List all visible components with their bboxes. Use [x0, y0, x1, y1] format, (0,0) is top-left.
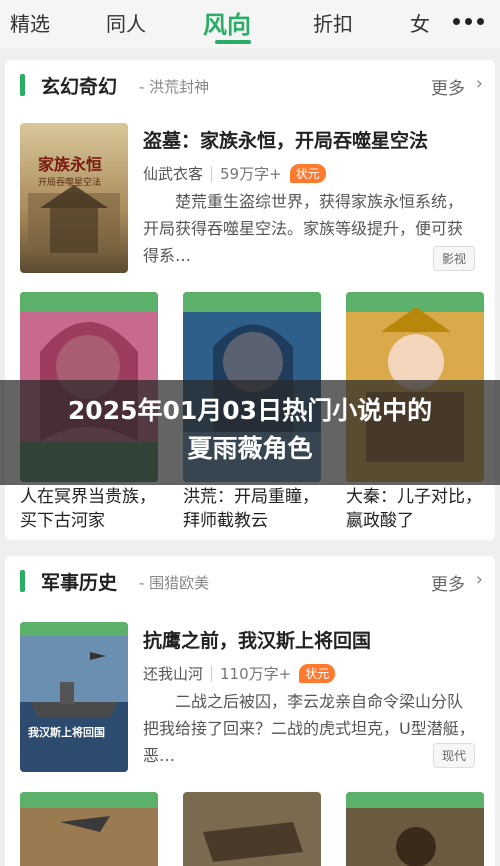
book-title[interactable]: 大秦：儿子对比，嬴政酸了: [346, 485, 488, 533]
headline-line-2: 夏雨薇角色: [187, 434, 313, 463]
cover-subtitle: 开局吞噬星空法: [38, 178, 102, 188]
headline-text: 2025年01月03日热门小说中的 夏雨薇角色: [0, 392, 500, 468]
rank-badge: 状元: [299, 664, 336, 683]
book-cover[interactable]: [346, 792, 484, 866]
section-header: 军事历史 - 围猎欧美 更多 ›: [5, 556, 495, 596]
section-subtitle: - 围猎欧美: [139, 574, 210, 592]
section-military: 军事历史 - 围猎欧美 更多 › 我汉斯上将回国 抗鹰之前，我汉斯上将回国 还我…: [5, 556, 495, 866]
top-tab-bar: 精选 同人 风向 折扣 女: [0, 0, 500, 48]
headline-line-1: 2025年01月03日热门小说中的: [67, 396, 433, 425]
book-cover[interactable]: 我汉斯上将回国: [20, 622, 128, 772]
divider: [211, 165, 213, 182]
rank-badge: 状元: [289, 164, 326, 183]
section-accent-bar: [20, 74, 25, 96]
genre-tag[interactable]: 现代: [432, 743, 475, 768]
book-description: 楚荒重生盗综世界，获得家族永恒系统，开局获得吞噬星空法。家族等级提升，便可获得系…: [143, 192, 464, 265]
chevron-right-icon[interactable]: ›: [476, 73, 483, 94]
book-author[interactable]: 还我山河: [143, 663, 203, 684]
book-description: 二战之后被囚，李云龙亲自命令梁山分队把我给接了回来？二战的虎式坦克，U型潜艇，恶…: [143, 692, 475, 765]
book-cover[interactable]: [20, 792, 158, 866]
book-meta: 仙武衣客 59万字+ 状元: [143, 163, 326, 184]
book-title[interactable]: 洪荒：开局重瞳，拜师截教云: [183, 485, 325, 533]
book-title[interactable]: 抗鹰之前，我汉斯上将回国: [143, 626, 371, 653]
section-accent-bar: [20, 570, 25, 592]
word-count: 59万字+: [220, 165, 282, 183]
book-author[interactable]: 仙武衣客: [143, 163, 203, 184]
book-meta: 还我山河 110万字+ 状元: [143, 663, 336, 684]
book-cover[interactable]: 家族永恒 开局吞噬星空法: [20, 123, 128, 273]
book-cover[interactable]: [183, 792, 321, 866]
book-title[interactable]: 人在冥界当贵族，买下古河家: [20, 485, 162, 533]
more-link[interactable]: 更多: [431, 74, 465, 99]
tab-nv[interactable]: 女: [410, 8, 430, 37]
more-options-icon[interactable]: [453, 18, 484, 25]
more-link[interactable]: 更多: [431, 570, 465, 595]
tab-zhekou[interactable]: 折扣: [313, 8, 353, 37]
cover-title: 家族永恒: [38, 155, 103, 174]
section-title: 军事历史: [41, 572, 118, 594]
divider: [211, 665, 213, 682]
section-header: 玄幻奇幻 - 洪荒封神 更多 ›: [5, 60, 495, 100]
cover-title: 我汉斯上将回国: [28, 726, 105, 739]
section-title: 玄幻奇幻: [41, 76, 118, 98]
section-subtitle: - 洪荒封神: [139, 78, 210, 96]
tab-jingxuan[interactable]: 精选: [10, 8, 50, 37]
word-count: 110万字+: [220, 665, 292, 683]
active-tab-indicator: [215, 40, 251, 44]
genre-tag[interactable]: 影视: [432, 246, 475, 271]
tab-fengxiang[interactable]: 风向: [203, 5, 251, 40]
book-title[interactable]: 盗墓：家族永恒，开局吞噬星空法: [143, 126, 428, 153]
chevron-right-icon[interactable]: ›: [476, 569, 483, 590]
tab-tongren[interactable]: 同人: [106, 8, 146, 37]
